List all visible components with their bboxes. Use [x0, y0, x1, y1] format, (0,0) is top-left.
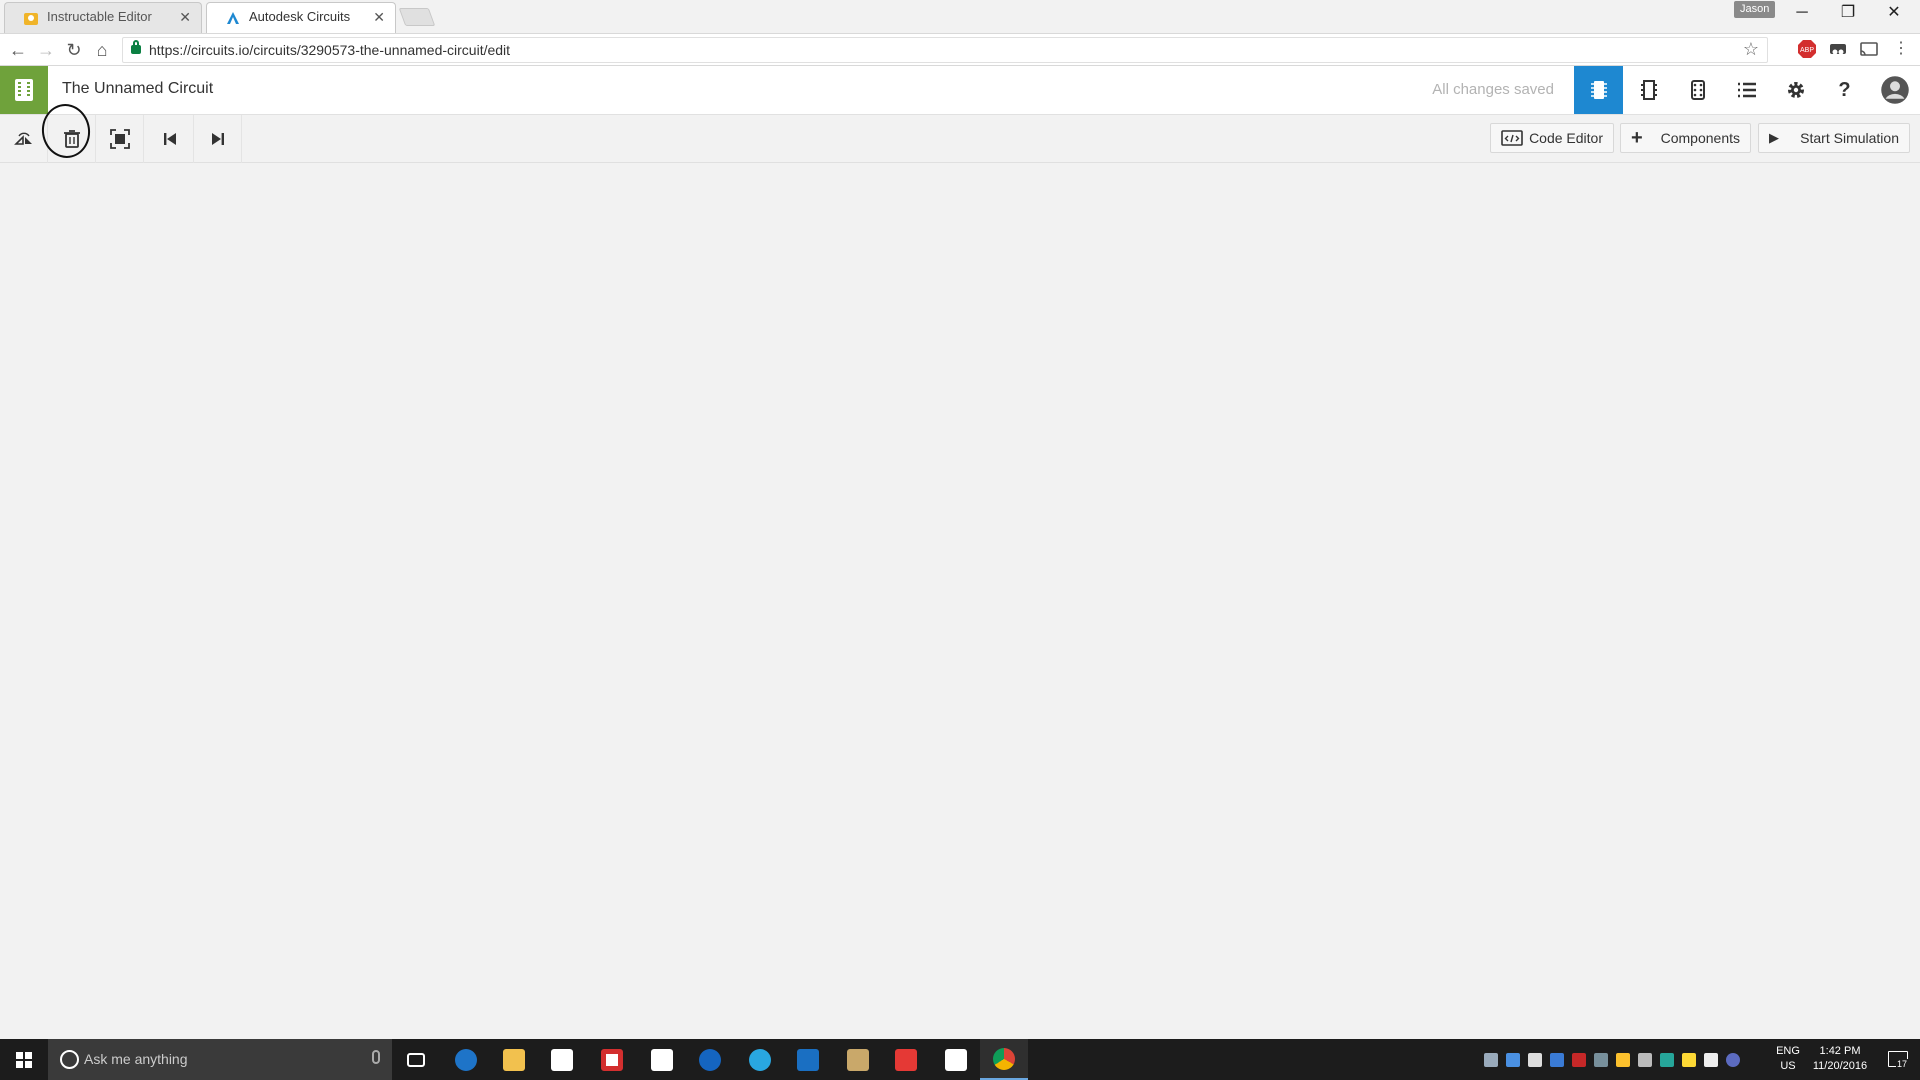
circuits-logo[interactable] — [0, 66, 48, 114]
store-icon[interactable] — [538, 1039, 586, 1080]
settings-button[interactable] — [1771, 66, 1820, 114]
save-status: All changes saved — [1432, 81, 1554, 98]
notification-count: 17 — [1896, 1059, 1909, 1069]
help-icon[interactable]: ? — [1820, 66, 1869, 114]
lock-icon — [131, 40, 141, 54]
play-icon: ▶ — [1769, 130, 1779, 145]
instructables-favicon-icon — [24, 13, 38, 25]
schematic-view-icon — [1640, 80, 1657, 100]
browser-tab-strip: Instructable Editor ✕ Autodesk Circuits … — [0, 0, 1920, 34]
browser-toolbar: ← → ↻ ⌂ https://circuits.io/circuits/329… — [0, 34, 1920, 66]
tasks-app-icon[interactable] — [784, 1039, 832, 1080]
windows-taskbar: Ask me anything ENG US 1:42 PM 11/20/201… — [0, 1039, 1920, 1080]
tab-close-icon[interactable]: ✕ — [179, 3, 191, 31]
action-center[interactable]: 17 — [1876, 1039, 1920, 1080]
skip-back-icon — [163, 133, 176, 145]
menu-icon[interactable]: ⋮ — [1890, 38, 1912, 60]
edge-icon[interactable] — [442, 1039, 490, 1080]
profile-chip[interactable]: Jason — [1734, 1, 1776, 18]
cortana-icon — [60, 1050, 79, 1069]
components-button[interactable]: + Components — [1620, 123, 1751, 153]
clock-date: 11/20/2016 — [1812, 1060, 1868, 1072]
bookmark-star-icon[interactable]: ☆ — [1743, 39, 1759, 60]
hp-support-icon[interactable] — [638, 1039, 686, 1080]
app-header: The Unnamed Circuit All changes saved ? — [0, 66, 1920, 115]
new-tab-button[interactable] — [398, 8, 436, 26]
breadboard-view-button[interactable] — [1574, 66, 1623, 114]
plus-icon: + — [1631, 127, 1643, 149]
edit-toolbar: Code Editor + Components ▶ Start Simulat… — [0, 115, 1920, 163]
code-editor-icon — [1501, 124, 1523, 157]
reload-icon[interactable]: ↻ — [62, 38, 86, 62]
tab-instructable-editor[interactable]: Instructable Editor ✕ — [4, 2, 202, 33]
address-bar[interactable]: https://circuits.io/circuits/3290573-the… — [122, 37, 1768, 63]
skip-forward-button[interactable] — [194, 115, 242, 163]
system-tray — [1480, 1039, 1780, 1080]
mail-icon[interactable] — [882, 1039, 930, 1080]
file-explorer-icon[interactable] — [490, 1039, 538, 1080]
clock[interactable]: 1:42 PM 11/20/2016 — [1804, 1039, 1876, 1080]
cortana-app-icon[interactable] — [932, 1039, 980, 1080]
svg-text:ABP: ABP — [1800, 47, 1814, 54]
windows-logo-icon — [16, 1052, 32, 1068]
hp-icon[interactable] — [686, 1039, 734, 1080]
minimize-icon[interactable]: ─ — [1780, 0, 1824, 26]
circuit-title[interactable]: The Unnamed Circuit — [62, 80, 213, 98]
restore-icon[interactable]: ❐ — [1826, 0, 1870, 26]
code-editor-label: Code Editor — [1529, 130, 1603, 146]
tab-close-icon[interactable]: ✕ — [373, 3, 385, 31]
start-simulation-label: Start Simulation — [1800, 130, 1899, 146]
internet-explorer-icon[interactable] — [736, 1039, 784, 1080]
skip-forward-icon — [211, 133, 224, 145]
code-editor-button[interactable]: Code Editor — [1490, 123, 1614, 153]
media-app-icon[interactable] — [834, 1039, 882, 1080]
schematic-view-button[interactable] — [1624, 66, 1673, 114]
forward-icon[interactable]: → — [34, 38, 58, 62]
chrome-icon[interactable] — [980, 1039, 1028, 1080]
task-view-icon[interactable] — [392, 1039, 440, 1080]
chip-icon — [15, 79, 33, 101]
skip-back-button[interactable] — [146, 115, 194, 163]
region-code: US — [1780, 1060, 1796, 1072]
pcb-view-icon — [1690, 80, 1705, 100]
back-icon[interactable]: ← — [6, 38, 30, 62]
circuit-canvas[interactable] — [0, 163, 1920, 1039]
breadboard-view-icon — [1590, 81, 1607, 99]
cast-icon[interactable] — [1858, 38, 1880, 60]
components-label: Components — [1660, 130, 1740, 146]
url-text[interactable]: https://circuits.io/circuits/3290573-the… — [149, 42, 510, 58]
settings-icon — [1787, 82, 1804, 98]
zoom-to-fit-button[interactable] — [96, 115, 144, 163]
user-avatar[interactable] — [1870, 66, 1919, 114]
start-simulation-button[interactable]: ▶ Start Simulation — [1758, 123, 1910, 153]
component-list-icon — [1737, 82, 1756, 98]
cortana-search-box[interactable]: Ask me anything — [48, 1039, 392, 1080]
zoom-to-fit-icon — [109, 129, 130, 149]
autodesk-favicon-icon — [227, 12, 239, 24]
rotate-button[interactable] — [0, 115, 48, 163]
home-icon[interactable]: ⌂ — [90, 38, 114, 62]
input-language[interactable]: ENG US — [1768, 1039, 1808, 1080]
component-list-button[interactable] — [1722, 66, 1771, 114]
pcb-view-button[interactable] — [1673, 66, 1722, 114]
microphone-icon[interactable] — [372, 1050, 380, 1064]
rotate-icon — [13, 132, 32, 145]
tab-title: Instructable Editor — [47, 9, 152, 24]
tab-title: Autodesk Circuits — [249, 9, 351, 24]
language-code: ENG — [1776, 1045, 1800, 1057]
incognito-icon[interactable] — [1827, 38, 1849, 60]
search-placeholder: Ask me anything — [84, 1051, 188, 1067]
beats-icon[interactable] — [588, 1039, 636, 1080]
user-avatar-icon — [1880, 76, 1909, 104]
tab-autodesk-circuits[interactable]: Autodesk Circuits ✕ — [206, 2, 396, 33]
start-button[interactable] — [0, 1039, 48, 1080]
close-window-icon[interactable]: ✕ — [1872, 0, 1916, 26]
adblock-icon[interactable]: ABP — [1796, 38, 1818, 60]
clock-time: 1:42 PM — [1819, 1045, 1861, 1057]
